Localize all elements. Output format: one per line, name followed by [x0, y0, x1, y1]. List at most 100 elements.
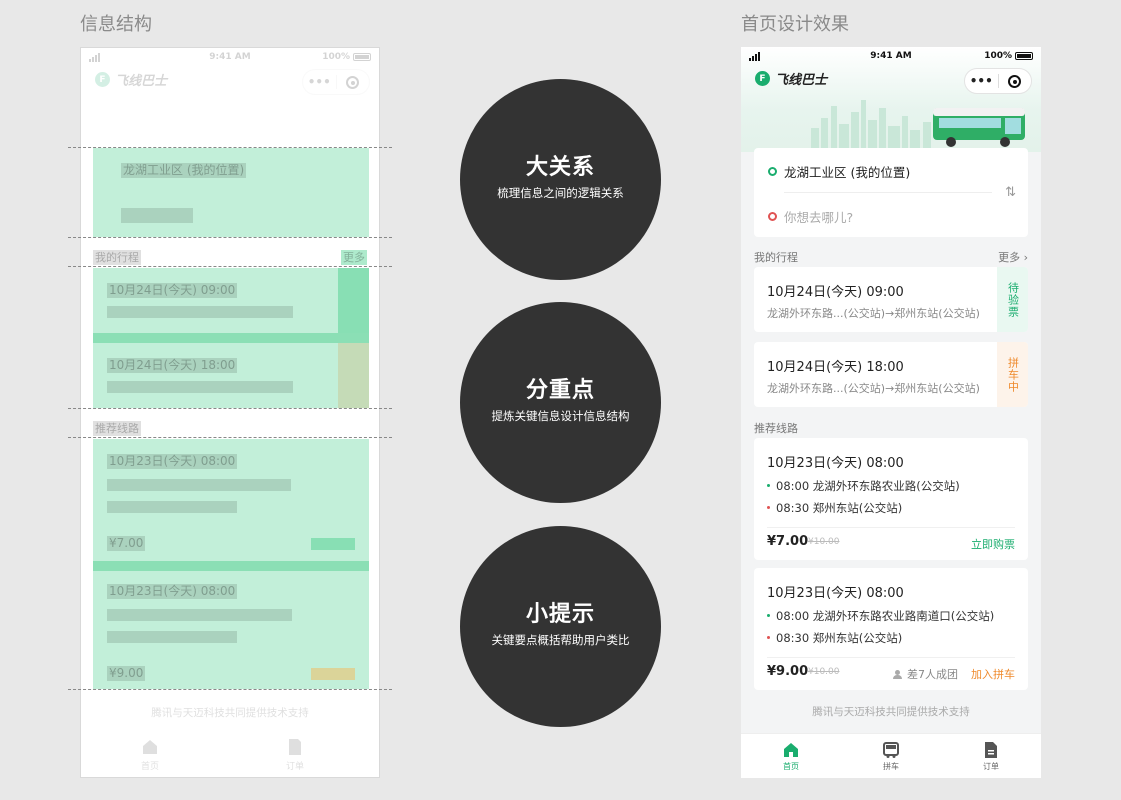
wire-trip-card-1	[93, 268, 369, 333]
route-search-card: 龙湖工业区 (我的位置) ⇅ 你想去哪儿?	[754, 148, 1028, 237]
status-bar: 9:41 AM 100%	[81, 48, 379, 66]
route-card[interactable]: 10月23日(今天) 08:00 08:00 龙湖外环东路农业路南道口(公交站)…	[754, 568, 1028, 690]
tab-bar: 首页 拼车 订单	[741, 733, 1041, 778]
wire-trips-title: 我的行程	[93, 250, 141, 265]
wireframe-section-title: 信息结构	[80, 14, 152, 35]
route-time: 10月23日(今天) 08:00	[767, 456, 904, 471]
more-menu-icon[interactable]: •••	[965, 74, 998, 88]
trip-route: 龙湖外环东路...(公交站)→郑州东站(公交站)	[767, 307, 980, 320]
guide-line-3	[68, 266, 392, 267]
principle-title: 分重点	[525, 378, 595, 403]
home-icon	[784, 742, 798, 757]
my-trips-more-link[interactable]: 更多 ›	[998, 249, 1028, 265]
wire-route-time-2: 10月23日(今天) 08:00	[107, 584, 238, 599]
principle-title: 小提示	[525, 602, 595, 627]
route-stop-origin: 08:00 龙湖外环东路农业路(公交站)	[767, 479, 960, 493]
wire-to-placeholder	[121, 208, 193, 223]
mini-program-capsule[interactable]: •••	[302, 69, 370, 95]
wire-tab-orders: 订单	[286, 738, 304, 772]
trip-card[interactable]: 10月24日(今天) 09:00 龙湖外环东路...(公交站)→郑州东站(公交站…	[754, 267, 1028, 332]
wire-recommend-title: 推荐线路	[93, 421, 141, 436]
my-trips-title: 我的行程	[754, 251, 798, 264]
wire-trips-more: 更多	[341, 250, 367, 265]
trip-time: 10月24日(今天) 09:00	[767, 285, 904, 300]
recommended-title: 推荐线路	[754, 422, 798, 435]
wire-route-price-2: ¥9.00	[107, 666, 146, 681]
status-bar: 9:41 AM 100%	[741, 47, 1041, 65]
trip-status-badge: 拼车中	[997, 342, 1028, 407]
wire-route-time-1: 10月23日(今天) 08:00	[107, 454, 238, 469]
app-name: 飞线巴士	[115, 74, 168, 89]
destination-placeholder: 你想去哪儿?	[784, 210, 854, 225]
app-logo-icon: F	[755, 71, 770, 86]
wire-trip-card-2	[93, 343, 369, 408]
app-name: 飞线巴士	[775, 73, 828, 88]
design-section-title: 首页设计效果	[741, 14, 849, 35]
wire-trip-tag-1	[338, 268, 369, 333]
footer-credit: 腾讯与天迈科技共同提供技术支持	[812, 706, 970, 718]
wire-gap	[93, 333, 369, 343]
app-brand: F 飞线巴士	[755, 69, 827, 88]
trip-status-badge: 待验票	[997, 267, 1028, 332]
chevron-right-icon: ›	[1023, 251, 1028, 264]
origin-text: 龙湖工业区 (我的位置)	[784, 165, 911, 180]
tab-carpool[interactable]: 拼车	[841, 734, 941, 778]
wire-trip-time-1: 10月24日(今天) 09:00	[107, 283, 238, 298]
route-price: ¥9.00	[767, 664, 809, 679]
status-time: 9:41 AM	[870, 51, 912, 61]
tab-home[interactable]: 首页	[741, 734, 841, 778]
route-price: ¥7.00	[767, 534, 809, 549]
wire-route-price-1: ¥7.00	[107, 536, 146, 551]
users-icon	[893, 669, 904, 679]
join-carpool-button[interactable]: 加入拼车	[971, 666, 1015, 682]
document-icon	[985, 741, 997, 758]
wire-route-stop-2a	[107, 609, 292, 621]
wire-route-action-1	[311, 538, 355, 550]
wire-search-block	[93, 148, 369, 237]
wire-trip-tag-2	[338, 343, 369, 408]
group-hint: 差7人成团	[893, 666, 958, 682]
wire-tab-home: 首页	[141, 738, 159, 772]
guide-line-4	[68, 408, 392, 409]
route-stop-destination: 08:30 郑州东站(公交站)	[766, 631, 903, 645]
mini-program-capsule[interactable]: •••	[964, 68, 1032, 94]
destination-field[interactable]: 你想去哪儿?	[768, 207, 853, 226]
guide-line-1	[68, 147, 392, 148]
design-phone: 9:41 AM 100% F 飞线巴士 ••• 龙湖工业区 (我的位置) ⇅ 你…	[741, 47, 1041, 778]
principle-subtitle: 提炼关键信息设计信息结构	[491, 409, 630, 423]
wire-trip-route-2	[107, 381, 293, 393]
wireframe-phone: 9:41 AM 100% F 飞线巴士 ••• 龙湖工业区 (我的位置) 我的行程…	[80, 47, 380, 778]
wire-trip-route-1	[107, 306, 293, 318]
principle-bubble-3: 小提示 关键要点概括帮助用户类比	[460, 526, 661, 727]
close-target-icon[interactable]	[999, 74, 1032, 88]
origin-field[interactable]: 龙湖工业区 (我的位置)	[768, 162, 910, 181]
route-stop-destination: 08:30 郑州东站(公交站)	[766, 501, 903, 515]
principle-bubble-1: 大关系 梳理信息之间的逻辑关系	[460, 79, 661, 280]
status-time: 9:41 AM	[209, 52, 251, 62]
more-menu-icon[interactable]: •••	[303, 75, 336, 89]
trip-card[interactable]: 10月24日(今天) 18:00 龙湖外环东路...(公交站)→郑州东站(公交站…	[754, 342, 1028, 407]
route-stop-origin: 08:00 龙湖外环东路农业路南道口(公交站)	[766, 609, 995, 623]
guide-line-2	[68, 237, 392, 238]
app-logo-icon: F	[95, 72, 110, 87]
route-old-price: ¥10.00	[808, 537, 840, 547]
wire-from-text: 龙湖工业区 (我的位置)	[121, 163, 247, 178]
origin-dot-icon	[768, 167, 777, 176]
bus-illustration	[933, 108, 1025, 147]
swap-icon[interactable]: ⇅	[1005, 185, 1016, 200]
buy-ticket-button[interactable]: 立即购票	[971, 536, 1015, 552]
principle-subtitle: 梳理信息之间的逻辑关系	[497, 186, 624, 200]
wire-route-stop-1a	[107, 479, 291, 491]
route-time: 10月23日(今天) 08:00	[767, 586, 904, 601]
route-card[interactable]: 10月23日(今天) 08:00 08:00 龙湖外环东路农业路(公交站) 08…	[754, 438, 1028, 560]
wire-footer: 腾讯与天迈科技共同提供技术支持	[151, 707, 309, 719]
app-brand: F 飞线巴士	[95, 70, 167, 89]
principle-bubble-2: 分重点 提炼关键信息设计信息结构	[460, 302, 661, 503]
tab-orders[interactable]: 订单	[941, 734, 1041, 778]
guide-line-5	[68, 437, 392, 438]
wire-route-action-2	[311, 668, 355, 680]
wire-trip-time-2: 10月24日(今天) 18:00	[107, 358, 238, 373]
destination-dot-icon	[768, 212, 777, 221]
principle-subtitle: 关键要点概括帮助用户类比	[491, 633, 630, 647]
close-target-icon[interactable]	[337, 75, 370, 89]
